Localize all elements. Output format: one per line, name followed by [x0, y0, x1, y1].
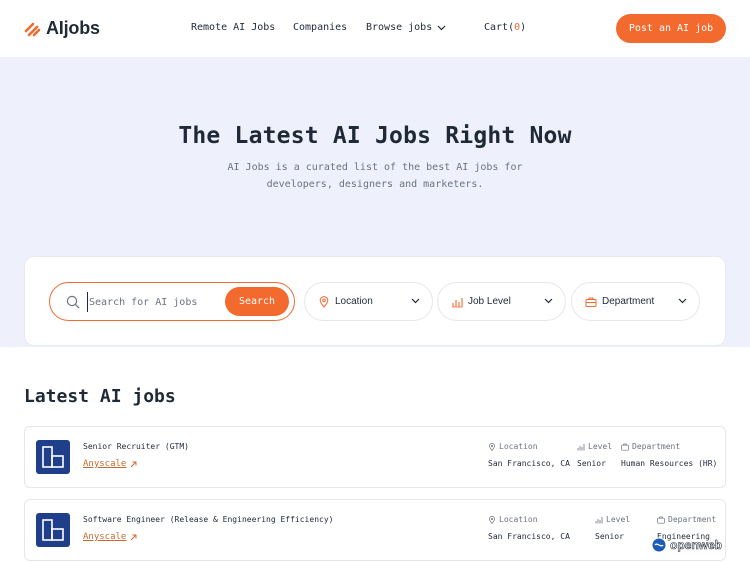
search-icon [66, 295, 80, 309]
bar-chart-icon [452, 297, 463, 307]
nav-cart[interactable]: Cart(0) [484, 22, 526, 33]
map-pin-icon [489, 442, 495, 451]
department-dropdown-label: Department [602, 296, 655, 307]
map-pin-icon [319, 295, 329, 308]
job-row[interactable]: Software Engineer (Release & Engineering… [24, 499, 726, 561]
company-logo-icon [42, 446, 64, 468]
job-department: Human Resources (HR) [621, 459, 718, 468]
nav-remote-ai-jobs[interactable]: Remote AI Jobs [191, 22, 275, 33]
job-location: San Francisco, CA [488, 459, 570, 468]
job-title[interactable]: Senior Recruiter (GTM) [83, 442, 189, 451]
external-link-icon [131, 534, 137, 540]
job-level: Senior [577, 459, 606, 468]
external-link-icon [131, 461, 137, 467]
hero-subtitle-line2: developers, designers and marketers. [266, 179, 484, 190]
watermark: openweb [651, 537, 722, 553]
department-label: Department [621, 442, 680, 451]
company-logo [36, 440, 70, 474]
company-link[interactable]: Anyscale [83, 459, 137, 469]
company-name: Anyscale [83, 459, 127, 469]
level-label: Level [595, 515, 630, 524]
briefcase-icon [657, 516, 665, 524]
hero-title: The Latest AI Jobs Right Now [178, 123, 572, 149]
company-logo-icon [42, 519, 64, 541]
location-dropdown-label: Location [335, 296, 373, 307]
chevron-down-icon [544, 298, 553, 304]
nav-browse-jobs[interactable]: Browse jobs [366, 22, 446, 33]
location-label-text: Location [499, 442, 538, 451]
brand-logo[interactable]: AIjobs [24, 18, 100, 39]
location-label-text: Location [499, 515, 538, 524]
hero-subtitle-line1: AI Jobs is a curated list of the best AI… [227, 162, 523, 173]
department-label: Department [657, 515, 716, 524]
post-job-button[interactable]: Post an AI job [616, 14, 726, 43]
cart-label: Cart( [484, 22, 515, 33]
location-label: Location [488, 515, 538, 524]
search-filter-card: Search Location Job Level Department [24, 256, 726, 346]
chevron-down-icon [437, 25, 446, 30]
job-title[interactable]: Software Engineer (Release & Engineering… [83, 515, 333, 524]
search-box: Search [49, 282, 295, 321]
department-dropdown[interactable]: Department [571, 282, 700, 321]
level-label: Level [577, 442, 612, 451]
watermark-text: openweb [670, 538, 723, 553]
job-level-dropdown-label: Job Level [468, 296, 511, 307]
company-logo [36, 513, 70, 547]
chevron-down-icon [678, 298, 687, 304]
level-label-text: Level [588, 442, 613, 451]
briefcase-icon [585, 297, 597, 307]
level-label-text: Level [606, 515, 631, 524]
map-pin-icon [489, 515, 495, 524]
department-label-text: Department [668, 515, 717, 524]
logo-mark-icon [24, 22, 41, 36]
department-label-text: Department [632, 442, 681, 451]
brand-name: AIjobs [46, 18, 100, 38]
nav-browse-label: Browse jobs [366, 22, 433, 33]
location-dropdown[interactable]: Location [304, 282, 433, 321]
search-input[interactable] [87, 292, 222, 312]
job-level: Senior [595, 532, 624, 541]
cart-label-close: ) [520, 22, 527, 33]
globe-icon [651, 537, 667, 553]
site-header: AIjobs Remote AI Jobs Companies Browse j… [0, 0, 750, 57]
bar-chart-icon [595, 516, 603, 523]
job-level-dropdown[interactable]: Job Level [437, 282, 566, 321]
company-link[interactable]: Anyscale [83, 532, 137, 542]
nav-companies[interactable]: Companies [293, 22, 347, 33]
briefcase-icon [621, 443, 629, 451]
location-label: Location [488, 442, 538, 451]
section-title: Latest AI jobs [24, 386, 176, 407]
job-location: San Francisco, CA [488, 532, 570, 541]
hero-subtitle: AI Jobs is a curated list of the best AI… [0, 159, 750, 193]
chevron-down-icon [411, 298, 420, 304]
company-name: Anyscale [83, 532, 127, 542]
job-row[interactable]: Senior Recruiter (GTM) Anyscale Location… [24, 426, 726, 488]
bar-chart-icon [577, 443, 585, 450]
search-button[interactable]: Search [225, 287, 289, 316]
